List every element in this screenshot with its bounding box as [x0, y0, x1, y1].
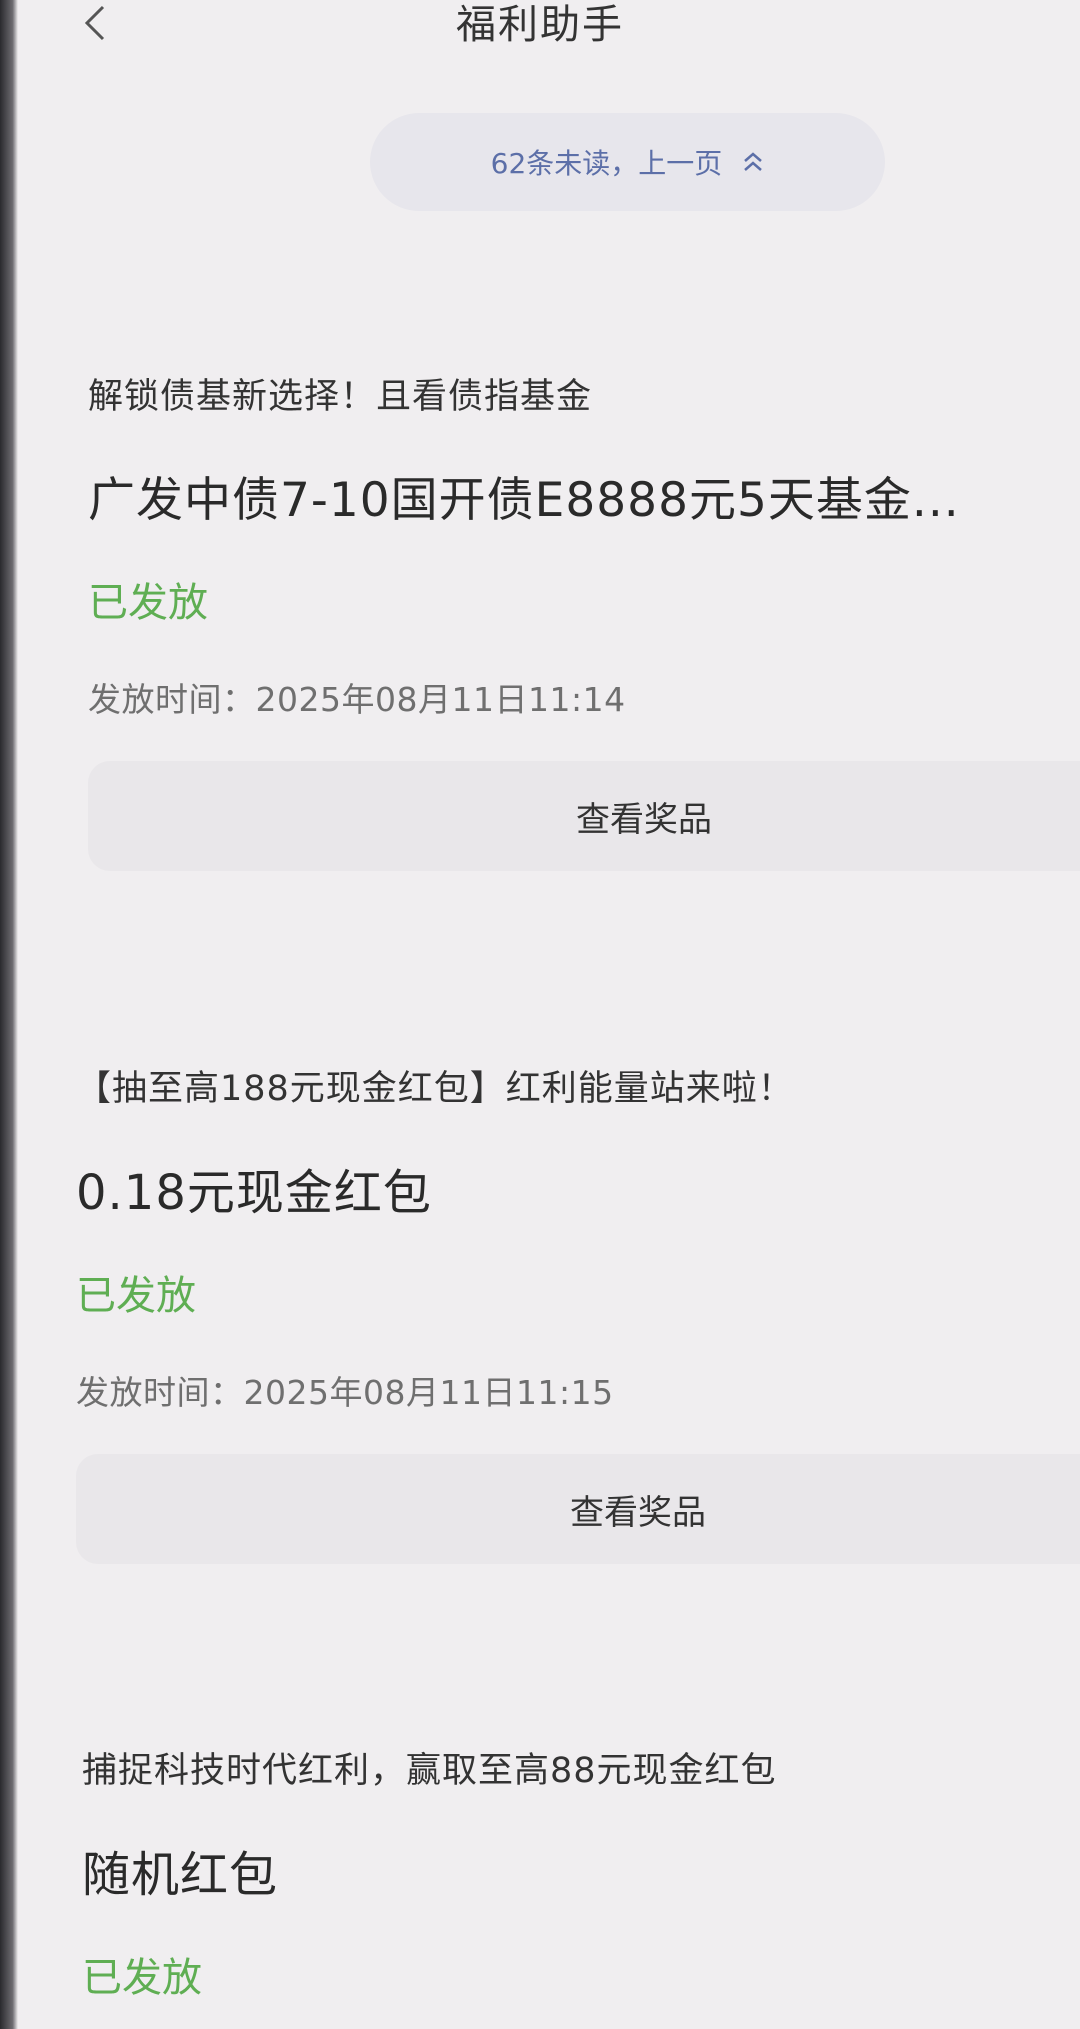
page-title: 福利助手 — [456, 2, 624, 48]
view-prize-button[interactable]: 查看奖品 — [88, 761, 1080, 871]
card-title: 广发中债7-10国开债E8888元5天基金... — [88, 473, 960, 528]
reward-card: 【抽至高188元现金红包】红利能量站来啦！ 0.18元现金红包 已发放 发放时间… — [76, 1060, 1080, 1564]
issue-time: 发放时间：2025年08月11日11:14 — [88, 680, 626, 719]
status-badge: 已发放 — [76, 1273, 196, 1319]
issue-time: 发放时间：2025年08月11日11:15 — [76, 1373, 614, 1412]
view-prize-button[interactable]: 查看奖品 — [76, 1454, 1080, 1564]
screen-edge — [0, 0, 18, 2029]
card-subtitle: 【抽至高188元现金红包】红利能量站来啦！ — [76, 1069, 794, 1109]
reward-card: 解锁债基新选择！且看债指基金 广发中债7-10国开债E8888元5天基金... … — [88, 368, 1080, 871]
unread-label: 62条未读，上一页 — [490, 147, 723, 180]
reward-card: 捕捉科技时代红利，赢取至高88元现金红包 随机红包 已发放 — [82, 1742, 1080, 2003]
double-chevron-up-icon — [742, 150, 764, 174]
card-subtitle: 捕捉科技时代红利，赢取至高88元现金红包 — [82, 1751, 777, 1791]
status-badge: 已发放 — [88, 580, 208, 626]
navigation-bar: 福利助手 — [0, 0, 1080, 60]
card-subtitle: 解锁债基新选择！且看债指基金 — [88, 377, 593, 417]
card-title: 随机红包 — [82, 1847, 279, 1903]
unread-messages-button[interactable]: 62条未读，上一页 — [370, 113, 885, 211]
status-badge: 已发放 — [82, 1955, 202, 2001]
card-title: 0.18元现金红包 — [76, 1165, 432, 1221]
